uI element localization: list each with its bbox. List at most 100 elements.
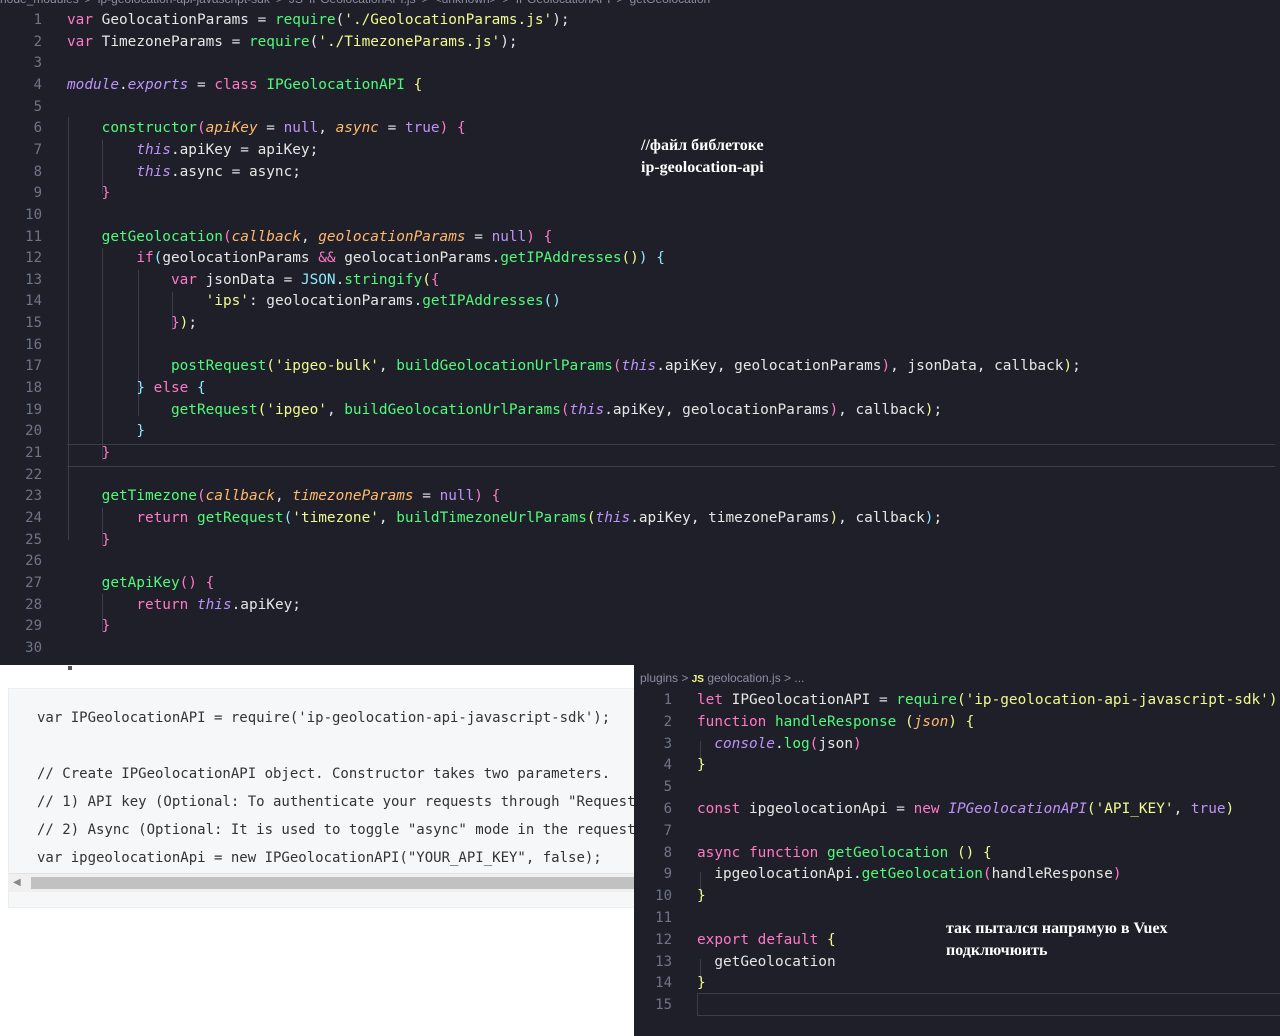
line-number: 13 [25,271,42,288]
code-token: class [214,76,258,93]
code-line[interactable]: } [697,754,706,776]
code-token: 'ip-geolocation-api-javascript-sdk' [965,692,1269,708]
doc-code-line: // Create IPGeolocationAPI object. Const… [37,766,611,782]
code-line[interactable]: return this.apiKey; [67,594,301,616]
code-line[interactable]: getGeolocation(callback, geolocationPara… [67,226,553,248]
code-token: ); [500,33,518,50]
code-token: ( [257,401,267,418]
breadcrumb-segment[interactable]: IPGeolocationAPI [516,0,611,6]
code-line[interactable]: getApiKey() { [67,572,215,594]
code-line[interactable]: } [67,615,111,637]
code-line[interactable]: postRequest('ipgeo-bulk', buildGeolocati… [67,355,1081,377]
breadcrumb-segment[interactable]: IPGeolocationAPI.js [309,0,416,6]
code-token: , [378,509,397,526]
line-number: 6 [663,801,672,817]
code-line[interactable]: } [67,420,145,442]
code-token: apiKey [205,120,258,137]
code-line[interactable]: const ipgeolocationApi = new IPGeolocati… [697,798,1234,820]
code-token: getGeolocation [697,953,836,970]
code-line[interactable]: } [67,182,111,204]
breadcrumb-segment[interactable]: <unknown> [435,0,497,6]
code-token: { [413,76,423,93]
breadcrumb-folder[interactable]: plugins [640,671,678,685]
code-token: getRequest [170,401,258,418]
code-line[interactable]: } [697,972,706,994]
breadcrumb-segment: > [422,0,429,6]
line-number: 1 [33,12,42,28]
code-token: this [136,141,171,158]
code-token: getApiKey [101,574,180,591]
bullet-dot [68,666,72,670]
code-token: ; [188,315,197,332]
code-token: ) [1112,866,1122,883]
breadcrumb-segment[interactable]: ip-geolocation-api-javascript-sdk [98,0,270,6]
code-token: ; [933,509,943,526]
top-code-editor[interactable]: node_modules > ip-geolocation-api-javascri… [0,0,1280,665]
line-number: 25 [25,531,42,548]
breadcrumb-file[interactable]: geolocation.js [707,671,780,685]
code-line[interactable]: var TimezoneParams = require('./Timezone… [67,31,518,53]
code-token: geolocationParams [162,250,319,267]
code-token: , [318,120,336,137]
code-line[interactable]: ipgeolocationApi.getGeolocation(handleRe… [697,863,1122,885]
code-line[interactable]: module.exports = class IPGeolocationAPI … [67,74,422,96]
code-line[interactable]: this.apiKey = apiKey; [67,139,318,161]
breadcrumb-segment[interactable]: node_modules [0,0,79,6]
code-line[interactable]: }); [67,312,197,334]
code-line[interactable]: getGeolocation [697,951,836,973]
code-line[interactable]: } [697,885,706,907]
code-token: } [136,380,145,397]
breadcrumb-segment[interactable]: getGeolocation [629,0,710,6]
code-token: JSON [300,271,336,288]
code-line[interactable]: 'ips': geolocationParams.getIPAddresses(… [67,290,561,312]
code-token: } [697,888,706,905]
code-line[interactable]: } [67,442,111,464]
code-token: ( [422,271,431,288]
code-token: { [430,271,440,288]
code-token: . [118,76,128,93]
code-line[interactable]: var jsonData = JSON.stringify({ [67,269,440,291]
code-line[interactable]: if(geolocationParams && geolocationParam… [67,247,665,269]
code-token: } [697,975,706,992]
breadcrumb-more[interactable]: > ... [784,671,804,685]
code-line[interactable]: this.async = async; [67,161,301,183]
line-number: 7 [33,141,42,158]
code-token: var [67,33,93,50]
line-number: 13 [655,953,672,970]
code-line[interactable]: function handleResponse (json) { [697,711,974,733]
breadcrumb-segment[interactable]: JS [289,0,303,6]
scroll-left-arrow-icon[interactable]: ◀ [13,874,21,892]
code-line[interactable]: export default { [697,929,836,951]
code-token: = [465,228,492,245]
code-line[interactable]: getTimezone(callback, timezoneParams = n… [67,485,501,507]
code-line[interactable]: } else { [67,377,205,399]
code-line[interactable]: console.log(json) [697,733,861,755]
code-token: , callback [838,509,925,526]
code-line[interactable]: let IPGeolocationAPI = require('ip-geolo… [697,689,1278,711]
code-token: this [136,163,171,180]
bottom-code-editor[interactable]: plugins > JS geolocation.js > ... 123456… [634,665,1280,1036]
code-line[interactable]: constructor(apiKey = null, async = true)… [67,117,466,139]
code-token: async [697,844,741,861]
code-line[interactable]: } [67,529,111,551]
code-token: buildGeolocationUrlParams [344,401,561,418]
annotation-line: подключюить [946,942,1048,959]
code-token: .apiKey = apiKey; [170,141,319,158]
code-line[interactable]: return getRequest('timezone', buildTimez… [67,507,942,529]
code-line[interactable]: async function getGeolocation () { [697,842,992,864]
scrollbar-thumb[interactable] [31,877,635,889]
code-line[interactable]: var GeolocationParams = require('./Geolo… [67,9,570,31]
code-token: , [378,358,397,375]
code-line[interactable]: getRequest('ipgeo', buildGeolocationUrlP… [67,399,942,421]
horizontal-scrollbar[interactable]: ◀ [9,873,635,892]
